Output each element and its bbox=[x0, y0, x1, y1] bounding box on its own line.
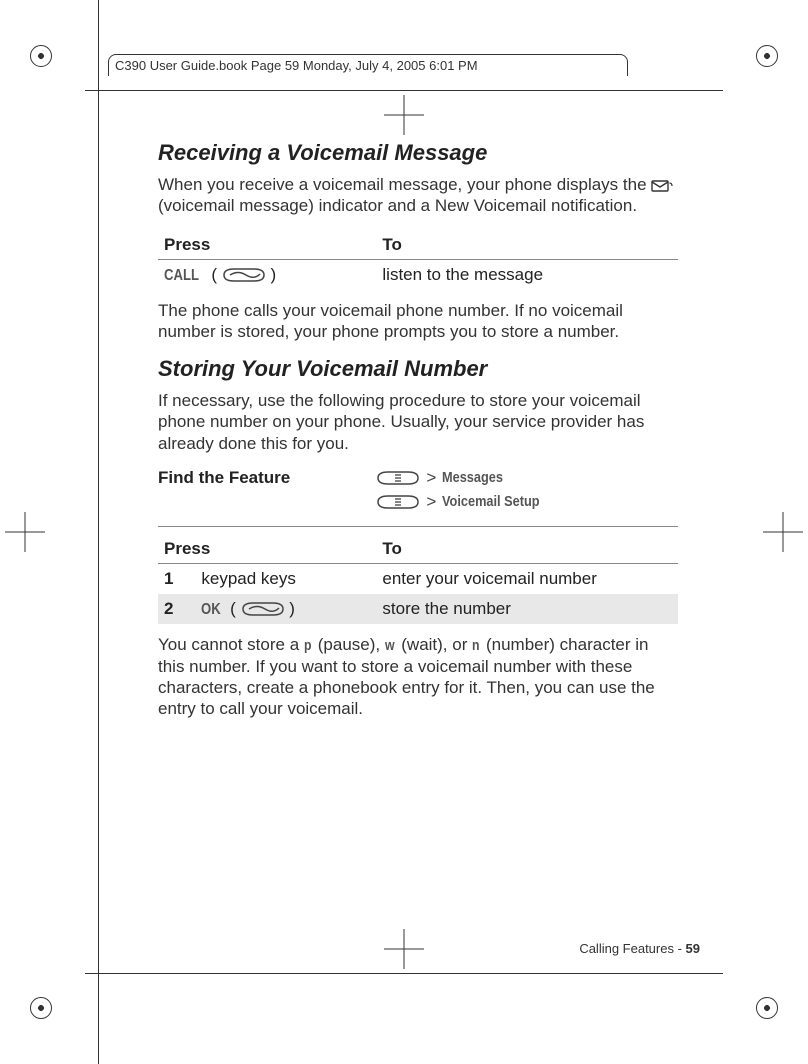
page-footer: Calling Features - 59 bbox=[579, 941, 700, 956]
crop-cross-icon bbox=[5, 512, 45, 552]
menu-separator: > bbox=[426, 492, 436, 512]
softkey-icon bbox=[222, 267, 266, 283]
registration-mark-icon bbox=[756, 997, 778, 1019]
note-text: (pause), bbox=[313, 635, 385, 654]
paren-open: ( bbox=[211, 265, 217, 284]
paren-open: ( bbox=[230, 599, 236, 618]
menu-item-messages: Messages bbox=[442, 469, 503, 486]
registration-mark-icon bbox=[30, 997, 52, 1019]
running-header: C390 User Guide.book Page 59 Monday, Jul… bbox=[108, 54, 628, 76]
menu-key-icon bbox=[376, 470, 420, 486]
softkey-icon bbox=[241, 601, 285, 617]
table-cell-to: enter your voicemail number bbox=[376, 563, 678, 594]
intro-text-after: (voicemail message) indicator and a New … bbox=[158, 196, 637, 215]
intro-text-before: When you receive a voicemail message, yo… bbox=[158, 175, 651, 194]
voicemail-icon bbox=[651, 179, 673, 193]
softkey-label-ok: OK bbox=[201, 601, 221, 619]
section-heading-receiving: Receiving a Voicemail Message bbox=[158, 140, 678, 166]
menu-separator: > bbox=[426, 468, 436, 488]
crop-cross-icon bbox=[384, 929, 424, 969]
section2-intro: If necessary, use the following procedur… bbox=[158, 390, 678, 454]
table-header-to: To bbox=[376, 231, 678, 260]
note-text: (wait), or bbox=[397, 635, 473, 654]
crop-cross-icon bbox=[384, 95, 424, 135]
char-w: w bbox=[385, 637, 395, 656]
find-the-feature-block: Find the Feature > Messages > Voicemail … bbox=[158, 468, 678, 527]
menu-key-icon bbox=[376, 494, 420, 510]
page-frame-line bbox=[98, 0, 99, 1064]
char-p: p bbox=[304, 637, 312, 656]
table-row: 1 keypad keys enter your voicemail numbe… bbox=[158, 563, 678, 594]
paren-close: ) bbox=[289, 599, 295, 618]
section1-after: The phone calls your voicemail phone num… bbox=[158, 300, 678, 343]
section2-after: You cannot store a p (pause), w (wait), … bbox=[158, 634, 678, 720]
footer-section: Calling Features - bbox=[579, 941, 685, 956]
step-number: 1 bbox=[158, 563, 195, 594]
table-cell-to: store the number bbox=[376, 594, 678, 624]
footer-page-number: 59 bbox=[686, 941, 700, 956]
crop-cross-icon bbox=[763, 512, 803, 552]
table-header-to: To bbox=[376, 535, 678, 564]
registration-mark-icon bbox=[30, 45, 52, 67]
press-to-table-1: Press To CALL ( ) listen to the message bbox=[158, 231, 678, 290]
char-n: n bbox=[472, 637, 480, 656]
note-text: You cannot store a bbox=[158, 635, 304, 654]
step-number: 2 bbox=[158, 594, 195, 624]
page-frame-line bbox=[85, 973, 723, 974]
menu-item-voicemail-setup: Voicemail Setup bbox=[442, 493, 540, 510]
page-frame-line bbox=[85, 90, 723, 91]
table-cell-to: listen to the message bbox=[376, 259, 678, 290]
table-header-press: Press bbox=[158, 231, 376, 260]
table-row: 2 OK ( ) store the number bbox=[158, 594, 678, 624]
softkey-label-call: CALL bbox=[164, 267, 199, 285]
table-header-press: Press bbox=[158, 535, 376, 564]
section1-intro: When you receive a voicemail message, yo… bbox=[158, 174, 678, 217]
find-the-feature-label: Find the Feature bbox=[158, 468, 376, 516]
paren-close: ) bbox=[271, 265, 277, 284]
table-cell-press: CALL ( ) bbox=[158, 259, 376, 290]
section-heading-storing: Storing Your Voicemail Number bbox=[158, 356, 678, 382]
registration-mark-icon bbox=[756, 45, 778, 67]
table-cell-press: keypad keys bbox=[195, 563, 376, 594]
table-cell-press: OK ( ) bbox=[195, 594, 376, 624]
press-to-table-2: Press To 1 keypad keys enter your voicem… bbox=[158, 535, 678, 624]
